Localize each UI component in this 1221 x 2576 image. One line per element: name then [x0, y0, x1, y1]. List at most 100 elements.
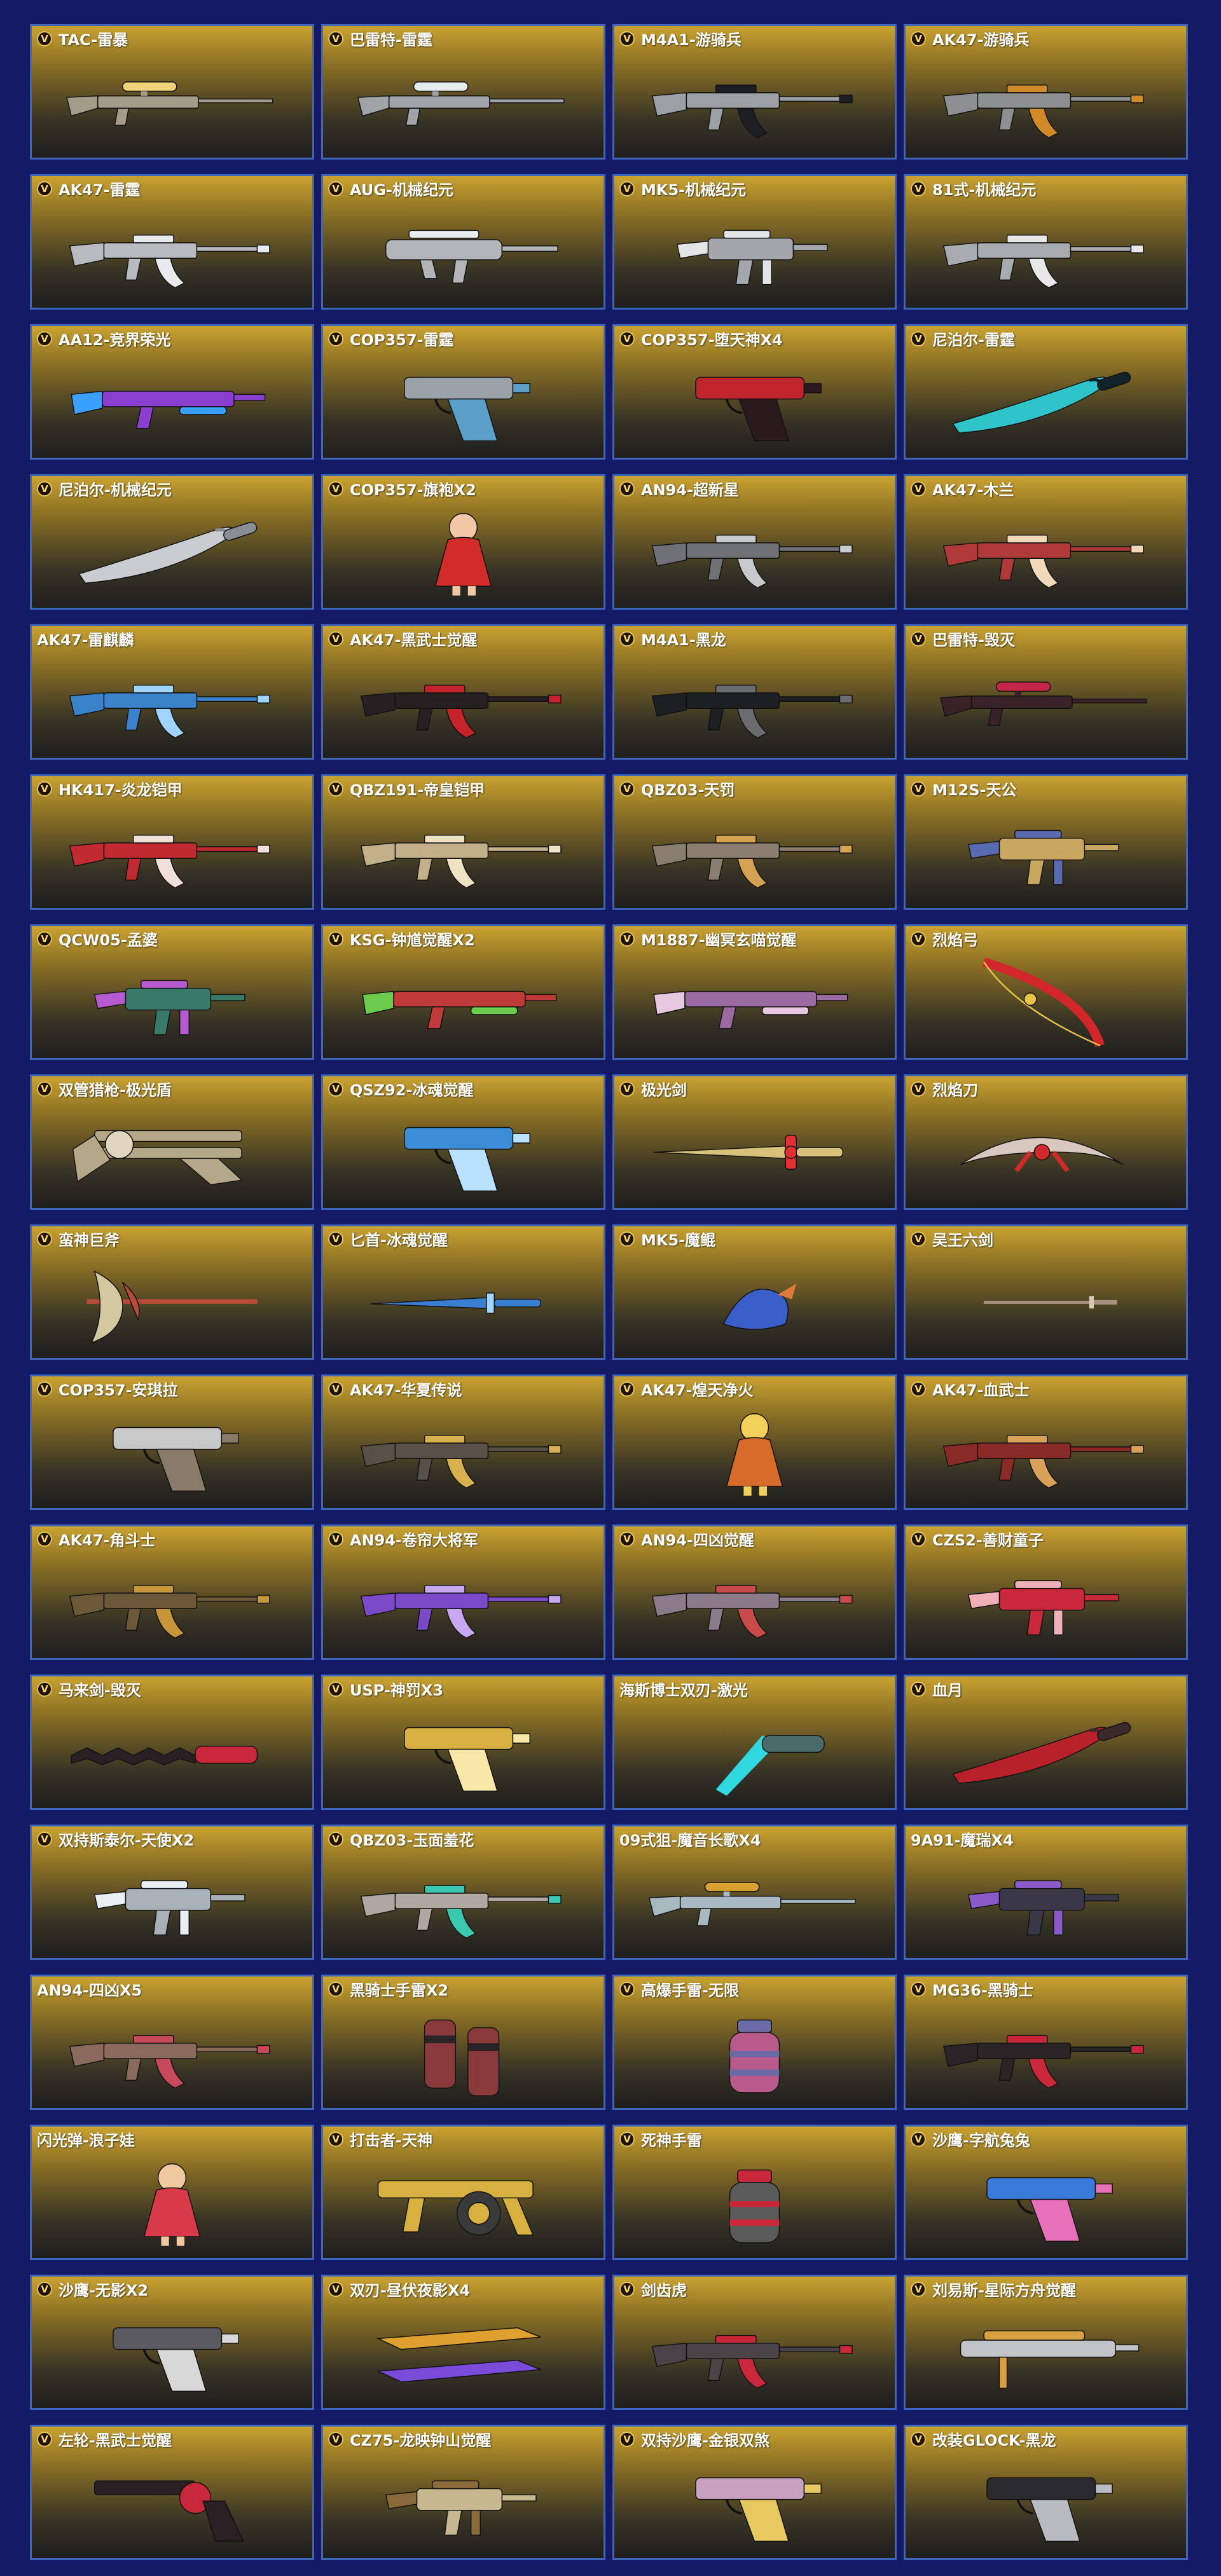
v-badge-icon: V [37, 2282, 52, 2297]
weapon-card[interactable]: V MK5-机械纪元 [612, 174, 897, 310]
weapon-card[interactable]: V M4A1-黑龙 [612, 624, 897, 760]
weapon-name: AK47-血武士 [932, 1381, 1030, 1399]
weapon-name: 剑齿虎 [641, 2282, 687, 2299]
weapon-card[interactable]: V AK47-木兰 [904, 474, 1188, 610]
weapon-card[interactable]: V AK47-游骑兵 [904, 24, 1188, 160]
weapon-card[interactable]: V 尼泊尔-机械纪元 [30, 474, 314, 610]
weapon-name: AA12-竞界荣光 [59, 331, 171, 349]
weapon-card[interactable]: V QSZ92-冰魂觉醒 [321, 1074, 605, 1210]
weapon-card[interactable]: V9A91-魔瑞X4 [904, 1825, 1188, 1960]
grenade-icon [624, 2155, 885, 2251]
weapon-card[interactable]: V TAC-雷暴 [30, 24, 314, 160]
weapon-name: AN94-四凶X5 [37, 1982, 142, 1999]
weapon-card[interactable]: V AK47-血武士 [904, 1374, 1188, 1510]
assault-rifle-icon [333, 1554, 593, 1650]
weapon-card[interactable]: V USP-神罚X3 [321, 1675, 605, 1810]
weapon-name: AK47-雷麒麟 [37, 631, 134, 649]
weapon-card[interactable]: V AK47-黑武士觉醒 [321, 624, 605, 760]
weapon-card[interactable]: V 刘易斯-星际方舟觉醒 [904, 2275, 1188, 2410]
assault-rifle-icon [916, 204, 1176, 300]
weapon-card[interactable]: VAN94-四凶X5 [30, 1975, 314, 2110]
weapon-card[interactable]: V AN94-四凶觉醒 [612, 1524, 897, 1660]
weapon-card[interactable]: V 双刃-昼伏夜影X4 [321, 2275, 605, 2410]
weapon-card[interactable]: V QCW05-孟婆 [30, 924, 314, 1060]
weapon-card[interactable]: V闪光弹-浪子娃 [30, 2125, 314, 2260]
weapon-card[interactable]: V CZS2-善财童子 [904, 1524, 1188, 1660]
weapon-card[interactable]: V MG36-黑骑士 [904, 1975, 1188, 2110]
weapon-name: 尼泊尔-雷霆 [932, 331, 1015, 349]
weapon-card[interactable]: V MK5-魔鲲 [612, 1224, 897, 1360]
weapon-name: 黑骑士手雷X2 [350, 1982, 449, 1999]
weapon-card[interactable]: V 左轮-黑武士觉醒 [30, 2425, 314, 2560]
weapon-card[interactable]: V海斯博士双刃-激光 [612, 1675, 897, 1810]
weapon-card[interactable]: V COP357-旗袍X2 [321, 474, 605, 610]
thin-sword-icon [916, 1254, 1176, 1350]
weapon-card[interactable]: V 血月 [904, 1675, 1188, 1810]
weapon-card[interactable]: V 极光剑 [612, 1074, 897, 1210]
weapon-card[interactable]: V COP357-雷霆 [321, 324, 605, 460]
weapon-card[interactable]: V 沙鹰-无影X2 [30, 2275, 314, 2410]
character-icon [333, 504, 593, 600]
weapon-card[interactable]: V M1887-幽冥玄喵觉醒 [612, 924, 897, 1060]
weapon-card[interactable]: V 吴王六剑 [904, 1224, 1188, 1360]
weapon-card[interactable]: V 巴雷特-雷霆 [321, 24, 605, 160]
weapon-name: M4A1-游骑兵 [641, 31, 742, 49]
v-badge-icon: V [911, 2282, 926, 2297]
weapon-card[interactable]: V QBZ191-帝皇铠甲 [321, 774, 605, 910]
weapon-card[interactable]: V 烈焰刀 [904, 1074, 1188, 1210]
weapon-card[interactable]: V COP357-安琪拉 [30, 1374, 314, 1510]
v-badge-icon: V [328, 181, 343, 196]
weapon-card[interactable]: V 打击者-天神 [321, 2125, 605, 2260]
weapon-card[interactable]: V 高爆手雷-无限 [612, 1975, 897, 2110]
pistol-icon [624, 2455, 885, 2551]
weapon-card[interactable]: V AA12-竞界荣光 [30, 324, 314, 460]
weapon-card[interactable]: V 蛮神巨斧 [30, 1224, 314, 1360]
weapon-card[interactable]: V AK47-雷霆 [30, 174, 314, 310]
weapon-name: 双刃-昼伏夜影X4 [350, 2282, 471, 2299]
weapon-card[interactable]: V QBZ03-玉面羞花 [321, 1825, 605, 1960]
weapon-card[interactable]: V AUG-机械纪元 [321, 174, 605, 310]
weapon-card[interactable]: V 双持沙鹰-金银双煞 [612, 2425, 897, 2560]
weapon-card[interactable]: VAK47-雷麒麟 [30, 624, 314, 760]
weapon-card[interactable]: V 改装GLOCK-黑龙 [904, 2425, 1188, 2560]
v-badge-icon: V [911, 1982, 926, 1997]
weapon-card[interactable]: V 81式-机械纪元 [904, 174, 1188, 310]
weapon-card[interactable]: V AK47-煌天净火 [612, 1374, 897, 1510]
revolver-icon [42, 2455, 302, 2551]
weapon-card[interactable]: V CZ75-龙映钟山觉醒 [321, 2425, 605, 2560]
v-badge-icon: V [328, 2132, 343, 2147]
pistol-icon [42, 1404, 302, 1500]
character-icon [624, 1404, 885, 1500]
weapon-card[interactable]: V AK47-华夏传说 [321, 1374, 605, 1510]
weapon-card[interactable]: V COP357-堕天神X4 [612, 324, 897, 460]
weapon-card[interactable]: V KSG-钟馗觉醒X2 [321, 924, 605, 1060]
weapon-card[interactable]: V 双管猎枪-极光盾 [30, 1074, 314, 1210]
v-badge-icon: V [328, 1982, 343, 1997]
weapon-card[interactable]: V AN94-超新星 [612, 474, 897, 610]
weapon-card[interactable]: V M12S-天公 [904, 774, 1188, 910]
pistol-icon [42, 2305, 302, 2401]
weapon-card[interactable]: V AK47-角斗士 [30, 1524, 314, 1660]
weapon-card[interactable]: V 尼泊尔-雷霆 [904, 324, 1188, 460]
weapon-card[interactable]: V M4A1-游骑兵 [612, 24, 897, 160]
weapon-name: 09式狙-魔音长歌X4 [619, 1832, 761, 1849]
weapon-card[interactable]: V 匕首-冰魂觉醒 [321, 1224, 605, 1360]
weapon-card[interactable]: V HK417-炎龙铠甲 [30, 774, 314, 910]
weapon-name: HK417-炎龙铠甲 [59, 781, 183, 799]
weapon-card[interactable]: V 沙鹰-字航兔兔 [904, 2125, 1188, 2260]
weapon-name: QBZ191-帝皇铠甲 [350, 781, 485, 799]
weapon-card[interactable]: V 剑齿虎 [612, 2275, 897, 2410]
weapon-card[interactable]: V 黑骑士手雷X2 [321, 1975, 605, 2110]
weapon-card[interactable]: V 双持斯泰尔-天使X2 [30, 1825, 314, 1960]
weapon-card[interactable]: V 烈焰弓 [904, 924, 1188, 1060]
weapon-card[interactable]: V 巴雷特-毁灭 [904, 624, 1188, 760]
weapon-name: USP-神罚X3 [350, 1682, 444, 1699]
weapon-card[interactable]: V09式狙-魔音长歌X4 [612, 1825, 897, 1960]
weapon-card[interactable]: V 死神手雷 [612, 2125, 897, 2260]
v-badge-icon: V [911, 2132, 926, 2147]
weapon-card[interactable]: V 马来剑-毁灭 [30, 1675, 314, 1810]
weapon-card[interactable]: V AN94-卷帘大将军 [321, 1524, 605, 1660]
shotgun-icon [333, 954, 593, 1050]
weapon-card[interactable]: V QBZ03-天罚 [612, 774, 897, 910]
weapon-name: M4A1-黑龙 [641, 631, 726, 649]
